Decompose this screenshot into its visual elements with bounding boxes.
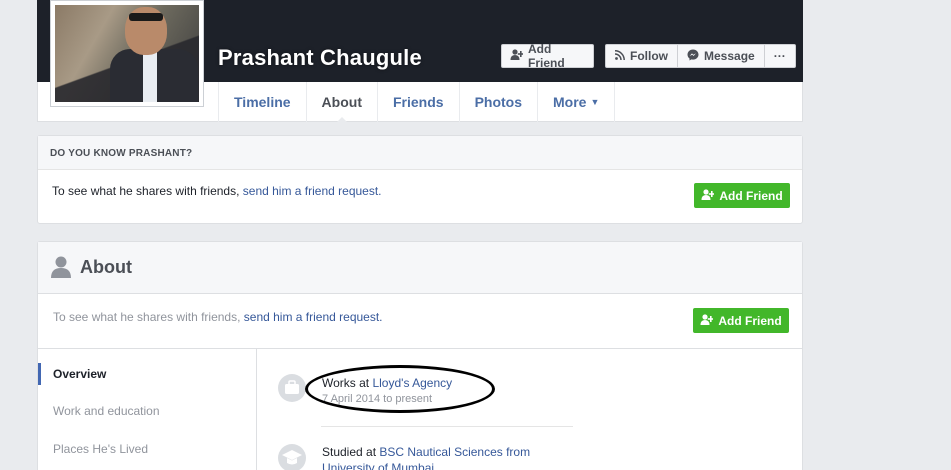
- education-prefix: Studied at: [322, 445, 380, 459]
- profile-tabs: Timeline About Friends Photos More ▼: [218, 82, 616, 123]
- about-title: About: [80, 257, 132, 277]
- sidebar-item-overview[interactable]: Overview: [38, 363, 257, 385]
- tab-photos-label: Photos: [474, 94, 523, 110]
- follow-label: Follow: [630, 49, 668, 63]
- tab-friends[interactable]: Friends: [376, 82, 459, 122]
- about-friend-prompt: To see what he shares with friends, send…: [38, 294, 802, 349]
- tab-friends-label: Friends: [392, 94, 444, 110]
- sidebar-item-label: Places He's Lived: [53, 442, 149, 456]
- add-friend-button[interactable]: Add Friend: [501, 42, 594, 70]
- tab-more[interactable]: More ▼: [537, 82, 616, 122]
- graduation-cap-icon: [278, 444, 306, 470]
- sidebar-item-work-education[interactable]: Work and education: [38, 400, 257, 422]
- message-button[interactable]: Message: [678, 45, 765, 67]
- do-you-know-text: To see what he shares with friends, send…: [52, 184, 382, 198]
- rss-icon: [614, 49, 625, 63]
- caret-down-icon: ▼: [590, 97, 600, 107]
- about-prompt-text: To see what he shares with friends, send…: [53, 310, 383, 324]
- tab-about[interactable]: About: [305, 82, 377, 123]
- message-label: Message: [704, 49, 755, 63]
- work-entry-text: Works at Lloyd's Agency 7 April 2014 to …: [322, 376, 452, 405]
- add-friend-icon: [700, 313, 715, 328]
- about-card: About To see what he shares with friends…: [37, 241, 803, 470]
- tab-photos[interactable]: Photos: [458, 82, 537, 122]
- about-prompt: To see what he shares with friends,: [53, 310, 244, 324]
- person-icon: [51, 256, 71, 278]
- send-friend-request-link[interactable]: send him a friend request.: [244, 310, 383, 324]
- sidebar-item-label: Work and education: [53, 404, 160, 418]
- photo-sunglasses: [129, 13, 163, 21]
- tab-about-label: About: [321, 94, 362, 110]
- profile-actions-group: Follow Message ···: [605, 44, 796, 68]
- about-header: About: [38, 242, 802, 294]
- sidebar-item-label: Overview: [53, 367, 107, 381]
- follow-button[interactable]: Follow: [606, 45, 678, 67]
- add-friend-icon: [510, 49, 524, 63]
- add-friend-icon: [701, 188, 716, 203]
- send-friend-request-link[interactable]: send him a friend request.: [243, 184, 382, 198]
- do-you-know-prompt: To see what he shares with friends,: [52, 184, 243, 198]
- university-link[interactable]: University of Mumbai: [322, 461, 530, 470]
- tab-timeline[interactable]: Timeline: [218, 82, 306, 122]
- add-friend-label: Add Friend: [528, 42, 565, 70]
- add-friend-button-about[interactable]: Add Friend: [693, 308, 789, 333]
- add-friend-button-card[interactable]: Add Friend: [694, 183, 790, 208]
- do-you-know-body: To see what he shares with friends, send…: [38, 170, 802, 224]
- photo-shirt: [143, 51, 157, 102]
- profile-photo: [55, 5, 199, 102]
- messenger-icon: [687, 49, 699, 64]
- tab-more-label: More: [553, 94, 587, 110]
- work-dates: 7 April 2014 to present: [322, 393, 433, 405]
- work-prefix: Works at: [322, 376, 373, 390]
- sidebar-item-places-lived[interactable]: Places He's Lived: [38, 438, 257, 460]
- add-friend-label: Add Friend: [719, 188, 783, 203]
- do-you-know-heading: DO YOU KNOW PRASHANT?: [38, 136, 802, 170]
- more-options-button[interactable]: ···: [765, 45, 795, 67]
- do-you-know-card: DO YOU KNOW PRASHANT? To see what he sha…: [37, 135, 803, 224]
- education-entry-text: Studied at BSC Nautical Sciences from Un…: [322, 445, 530, 470]
- school-link[interactable]: BSC Nautical Sciences from: [379, 445, 530, 459]
- tab-timeline-label: Timeline: [234, 94, 291, 110]
- profile-name[interactable]: Prashant Chaugule: [218, 45, 422, 71]
- briefcase-icon: [278, 374, 306, 402]
- employer-link[interactable]: Lloyd's Agency: [372, 376, 452, 390]
- entry-divider: [321, 426, 573, 427]
- add-friend-label: Add Friend: [718, 313, 782, 328]
- profile-picture[interactable]: [50, 0, 204, 107]
- more-dots-icon: ···: [773, 49, 786, 63]
